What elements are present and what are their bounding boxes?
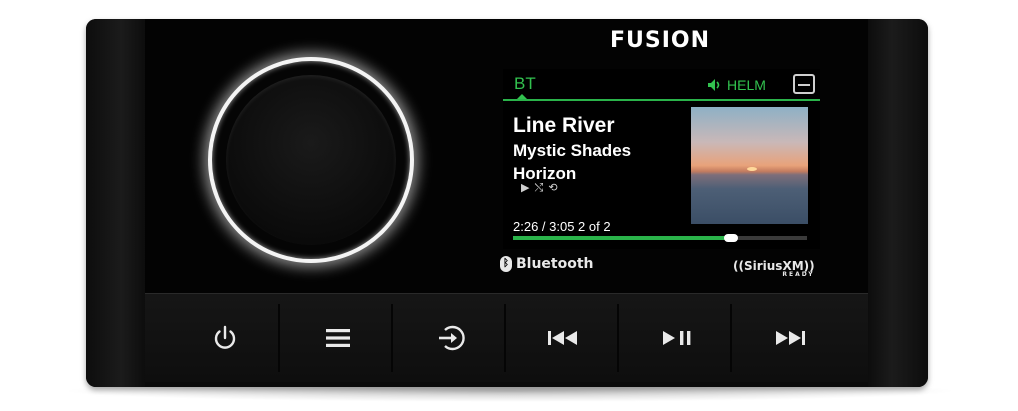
power-icon — [214, 325, 235, 349]
menu-button[interactable] — [281, 294, 394, 382]
button-divider — [278, 304, 280, 372]
screen-top-bar: BT HELM — [503, 69, 820, 101]
next-button[interactable] — [733, 294, 846, 382]
play-pause-button[interactable] — [620, 294, 733, 382]
display-screen: BT HELM Line River Mystic Shades Horizon… — [503, 69, 820, 249]
track-time: 2:26 / 3:05 2 of 2 — [513, 219, 611, 234]
brand-logo: FUSION — [609, 28, 711, 53]
zone-label: HELM — [727, 77, 766, 93]
button-row — [145, 293, 868, 382]
progress-fill — [513, 236, 731, 240]
speaker-icon — [708, 79, 720, 91]
album-art — [691, 107, 808, 224]
bluetooth-icon: ᛒ — [500, 256, 512, 272]
right-end-cap — [868, 19, 928, 387]
progress-bar — [513, 234, 807, 242]
siriusxm-badge: ((SiriusXM)) READY — [733, 259, 815, 278]
button-divider — [617, 304, 619, 372]
sun-glint — [747, 167, 757, 171]
volume-knob[interactable] — [226, 75, 396, 245]
left-end-cap — [86, 19, 145, 387]
zone-indicator[interactable]: HELM — [707, 77, 766, 93]
bluetooth-label: Bluetooth — [516, 256, 594, 272]
button-divider — [391, 304, 393, 372]
previous-button[interactable] — [507, 294, 620, 382]
button-divider — [730, 304, 732, 372]
sd-card-icon — [793, 74, 815, 94]
source-enter-icon — [438, 325, 465, 351]
menu-icon — [325, 329, 350, 347]
skip-forward-icon — [775, 331, 805, 345]
bluetooth-badge: ᛒ Bluetooth — [500, 256, 594, 272]
power-button[interactable] — [168, 294, 281, 382]
track-title: Line River — [513, 114, 615, 137]
source-caret-icon — [517, 94, 527, 99]
source-button[interactable] — [394, 294, 507, 382]
progress-handle — [723, 234, 738, 242]
play-pause-icon — [662, 331, 690, 345]
source-label[interactable]: BT — [514, 74, 536, 94]
button-divider — [504, 304, 506, 372]
artist-name: Mystic Shades — [513, 141, 632, 160]
playback-status-icons: ▶ ⤭ ⟲ — [521, 182, 559, 194]
skip-back-icon — [547, 331, 577, 345]
